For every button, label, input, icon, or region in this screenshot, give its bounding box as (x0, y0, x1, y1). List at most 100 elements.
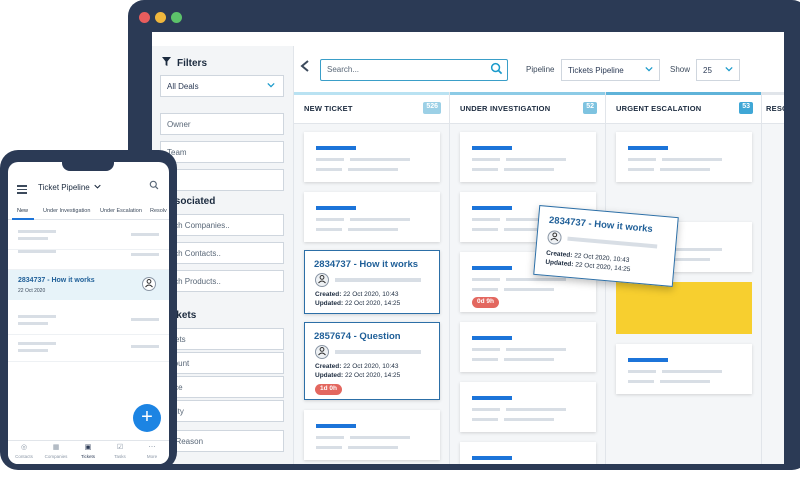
team-filter[interactable]: Team (160, 141, 284, 163)
owner-filter-label: Owner (167, 120, 191, 129)
mobile-ticket-title: 2834737 - How it works (18, 277, 95, 284)
nav-label: Tasks (114, 454, 126, 459)
ticket-card[interactable] (304, 132, 440, 182)
created-meta: Created: 22 Oct 2020, 10:43 (315, 291, 399, 298)
created-meta: Created: 22 Oct 2020, 10:43 (315, 363, 399, 370)
ticket-card[interactable] (616, 132, 752, 182)
column-resolved: RESO (762, 92, 784, 464)
tab-under-investigation[interactable]: Under Investigation (43, 208, 90, 214)
pipeline-select-value: Tickets Pipeline (568, 66, 624, 75)
column-new-ticket: NEW TICKET 526 2834737 - How it works Cr… (294, 92, 450, 464)
drop-target-placeholder (616, 282, 752, 334)
column-title: URGENT ESCALATION (616, 104, 702, 113)
menu-icon[interactable] (17, 185, 27, 196)
ticket-card[interactable] (460, 442, 596, 464)
chevron-down-icon (267, 81, 275, 91)
owner-filter[interactable]: Owner (160, 113, 284, 135)
age-badge: 0d 9h (472, 297, 499, 308)
column-status-bar (450, 92, 605, 95)
column-header: URGENT ESCALATION 53 (606, 92, 761, 124)
avatar-icon (315, 273, 329, 287)
nav-label: Companies (44, 454, 68, 459)
desktop-window: Filters All Deals Owner Team ge Associat… (128, 0, 800, 470)
mobile-title: Ticket Pipeline (38, 183, 90, 192)
pipeline-select[interactable]: Tickets Pipeline (561, 59, 660, 81)
tasks-icon: ☑ (116, 444, 124, 451)
contacts-search[interactable]: arch Contacts.. (160, 242, 284, 264)
phone-notch (62, 162, 114, 171)
column-header: NEW TICKET 526 (294, 92, 449, 124)
nav-contacts[interactable]: ◎ Contacts (8, 444, 40, 459)
nav-label: Tickets (80, 454, 96, 459)
ticket-card-how-it-works[interactable]: 2834737 - How it works Created: 22 Oct 2… (304, 250, 440, 314)
tab-under-escalation[interactable]: Under Escalation (100, 208, 142, 214)
dragged-ticket-card[interactable]: 2834737 - How it works Created: 22 Oct 2… (533, 205, 679, 287)
column-status-bar (294, 92, 449, 95)
age-badge: 1d 0h (315, 384, 342, 395)
ticket-card[interactable] (304, 410, 440, 460)
ticket-card[interactable] (460, 382, 596, 432)
close-dot[interactable] (139, 12, 150, 23)
stage-filter[interactable]: ge (160, 169, 284, 191)
avatar-icon (142, 277, 156, 291)
column-header: UNDER INVESTIGATION 52 (450, 92, 605, 124)
minimize-dot[interactable] (155, 12, 166, 23)
contacts-icon: ◎ (20, 444, 28, 451)
nav-tasks[interactable]: ☑ Tasks (104, 444, 136, 459)
chevron-left-icon[interactable] (300, 59, 310, 75)
ticket-card[interactable] (304, 192, 440, 242)
placeholder-bar (335, 278, 421, 282)
ticket-card[interactable] (460, 322, 596, 372)
ticket-card-question[interactable]: 2857674 - Question Created: 22 Oct 2020,… (304, 322, 440, 400)
tickets-filter[interactable]: ckets (160, 328, 284, 350)
ticket-title: 2834737 - How it works (314, 259, 419, 270)
deal-select[interactable]: All Deals (160, 75, 284, 97)
companies-icon: ▦ (52, 444, 60, 451)
search-icon[interactable] (490, 62, 503, 77)
search-placeholder: Search... (327, 65, 360, 74)
ticket-card[interactable] (616, 344, 752, 394)
mobile-tabs: New Under Investigation Under Escalation… (8, 206, 169, 220)
chevron-down-icon (94, 184, 101, 189)
search-icon[interactable] (149, 180, 159, 193)
products-search[interactable]: arch Products.. (160, 270, 284, 292)
nav-more[interactable]: ⋯ More (136, 444, 168, 459)
column-status-bar (606, 92, 761, 95)
ticket-card[interactable] (460, 132, 596, 182)
tab-new[interactable]: New (17, 208, 28, 214)
show-label: Show (670, 65, 691, 74)
avatar-icon (546, 229, 563, 246)
nav-tickets[interactable]: ▣ Tickets (72, 444, 104, 459)
nav-companies[interactable]: ▦ Companies (40, 444, 72, 459)
lost-reason-filter[interactable]: st Reason (160, 430, 284, 452)
maximize-dot[interactable] (171, 12, 182, 23)
list-item[interactable] (8, 334, 169, 362)
list-item[interactable] (8, 307, 169, 335)
column-title: RESO (766, 104, 784, 113)
mobile-header: Ticket Pipeline (8, 174, 169, 206)
ticket-title: 2834737 - How it works (548, 214, 654, 235)
mobile-pipeline-select[interactable]: Ticket Pipeline (38, 183, 101, 192)
updated-meta: Updated: 22 Oct 2020, 14:25 (315, 300, 401, 307)
column-count: 52 (583, 102, 597, 114)
updated-meta: Updated: 22 Oct 2020, 14:25 (315, 372, 401, 379)
priority-filter[interactable]: iority (160, 400, 284, 422)
show-select[interactable]: 25 (696, 59, 740, 81)
active-tab-indicator (12, 218, 34, 220)
chevron-down-icon (645, 65, 653, 75)
add-button[interactable]: + (133, 404, 161, 432)
companies-search[interactable]: arch Companies.. (160, 214, 284, 236)
list-item-highlighted[interactable]: 2834737 - How it works 22 Oct 2020 (8, 270, 169, 300)
toolbar: Search... Pipeline Tickets Pipeline Show… (294, 46, 784, 92)
placeholder-bar (567, 236, 658, 249)
column-title: UNDER INVESTIGATION (460, 104, 551, 113)
source-filter[interactable]: urce (160, 376, 284, 398)
list-item[interactable] (8, 242, 169, 270)
search-input[interactable]: Search... (320, 59, 508, 81)
app-screen: Filters All Deals Owner Team ge Associat… (152, 32, 784, 464)
tab-resolved[interactable]: Resolv (150, 208, 167, 214)
mobile-device: Ticket Pipeline New Under Investigation … (0, 150, 177, 470)
column-count: 53 (739, 102, 753, 114)
column-header: RESO (762, 92, 784, 124)
amount-filter[interactable]: mount (160, 352, 284, 374)
